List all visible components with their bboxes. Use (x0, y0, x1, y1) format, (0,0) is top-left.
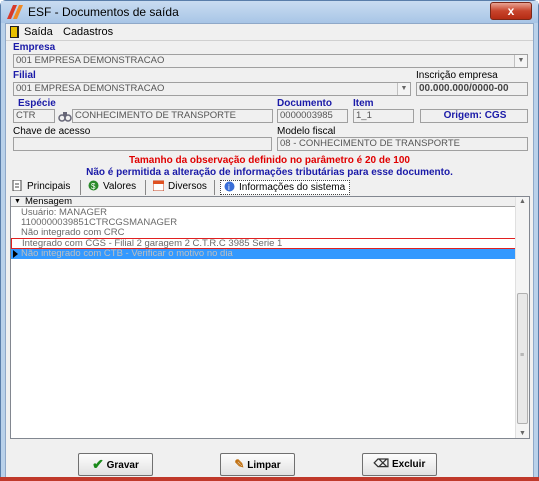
svg-text:$: $ (91, 182, 96, 191)
chevron-down-icon[interactable]: ▼ (397, 83, 410, 95)
item-field[interactable]: 1_1 (353, 109, 414, 123)
sort-down-icon[interactable]: ▼ (14, 197, 21, 207)
window: ESF - Documentos de saída x Saída Cadast… (0, 0, 539, 481)
documento-label: Documento (277, 98, 332, 109)
table-row[interactable]: Não integrado com CRC (11, 228, 516, 238)
title-bar: ESF - Documentos de saída x (1, 1, 538, 23)
svg-text:i: i (228, 183, 230, 192)
especie-desc-field[interactable]: CONHECIMENTO DE TRANSPORTE (72, 109, 273, 123)
scrollbar-thumb[interactable]: ≡ (517, 293, 528, 424)
app-logo-icon (7, 5, 23, 19)
messages-grid[interactable]: ▼ Mensagem Usuário: MANAGER 110000003985… (10, 196, 530, 439)
filial-label: Filial (13, 70, 36, 81)
exit-door-icon (10, 26, 19, 38)
vertical-scrollbar[interactable]: ▲ ≡ ▼ (515, 197, 529, 438)
observation-warning: Tamanho da observação definido no parâme… (128, 155, 410, 166)
info-icon: i (224, 181, 235, 192)
menu-bar: Saída Cadastros (6, 24, 533, 40)
row-pointer-icon (13, 250, 18, 258)
chevron-down-icon[interactable]: ▼ (514, 55, 527, 67)
column-header-mensagem[interactable]: Mensagem (25, 197, 72, 207)
save-label: Gravar (106, 460, 139, 471)
tab-label: Informações do sistema (239, 182, 346, 193)
tab-label: Valores (103, 181, 137, 192)
clear-button[interactable]: ✎ Limpar (220, 453, 295, 476)
scroll-down-icon[interactable]: ▼ (519, 430, 526, 437)
button-bar: ✔ Gravar ✎ Limpar ⌫ Excluir (6, 444, 533, 478)
document-icon (12, 180, 22, 191)
menu-cadastros[interactable]: Cadastros (63, 26, 113, 38)
delete-button[interactable]: ⌫ Excluir (362, 453, 437, 476)
origem-badge: Origem: CGS (420, 109, 528, 123)
clear-label: Limpar (247, 460, 281, 471)
tab-label: Principais (27, 181, 71, 192)
menu-separator (6, 40, 533, 41)
empresa-value: 001 EMPRESA DEMONSTRACAO (16, 55, 165, 66)
inscricao-label: Inscrição empresa (416, 70, 498, 81)
scroll-up-icon[interactable]: ▲ (519, 198, 526, 205)
close-button[interactable]: x (490, 2, 532, 20)
save-button[interactable]: ✔ Gravar (78, 453, 153, 476)
taskbar-edge (0, 477, 539, 481)
tax-info-message: Não é permitida a alteração de informaçõ… (86, 167, 453, 178)
tab-diversos[interactable]: Diversos (151, 180, 215, 195)
grid-header: ▼ Mensagem (11, 197, 516, 207)
table-row-selected[interactable]: Não integrado com CTB - Verificar o moti… (11, 249, 516, 259)
tab-strip: Principais $ Valores Diversos i Informaçõe… (10, 180, 530, 196)
documento-field[interactable]: 0000003985 (277, 109, 348, 123)
trash-icon: ⌫ (373, 458, 390, 470)
tab-label: Diversos (168, 181, 207, 192)
eraser-icon: ✎ (234, 457, 245, 471)
modelo-label: Modelo fiscal (277, 126, 336, 137)
chave-label: Chave de acesso (13, 126, 91, 137)
menu-saida[interactable]: Saída (24, 26, 53, 38)
checkmark-icon: ✔ (92, 456, 104, 472)
especie-label: Espécie (18, 98, 56, 109)
empresa-select[interactable]: 001 EMPRESA DEMONSTRACAO ▼ (13, 54, 528, 68)
calendar-icon (153, 180, 164, 191)
tab-valores[interactable]: $ Valores (86, 180, 146, 195)
client-area: Saída Cadastros Empresa 001 EMPRESA DEMO… (5, 23, 534, 478)
chave-field[interactable] (13, 137, 272, 151)
money-icon: $ (88, 180, 99, 191)
empresa-label: Empresa (13, 42, 56, 53)
filial-value: 001 EMPRESA DEMONSTRACAO (16, 83, 165, 94)
modelo-field[interactable]: 08 - CONHECIMENTO DE TRANSPORTE (277, 137, 528, 151)
grip-icon: ≡ (520, 352, 525, 359)
tab-principais[interactable]: Principais (10, 180, 81, 195)
filial-select[interactable]: 001 EMPRESA DEMONSTRACAO ▼ (13, 82, 411, 96)
inscricao-field[interactable]: 00.000.000/0000-00 (416, 82, 528, 96)
item-label: Item (353, 98, 374, 109)
especie-code-field[interactable]: CTR (13, 109, 55, 123)
binoculars-search-icon[interactable] (58, 110, 72, 122)
tab-informacoes-sistema[interactable]: i Informações do sistema (220, 180, 350, 195)
window-title: ESF - Documentos de saída (28, 5, 179, 19)
delete-label: Excluir (391, 459, 426, 470)
selected-row-text: Não integrado com CTB - Verificar o moti… (21, 248, 233, 259)
